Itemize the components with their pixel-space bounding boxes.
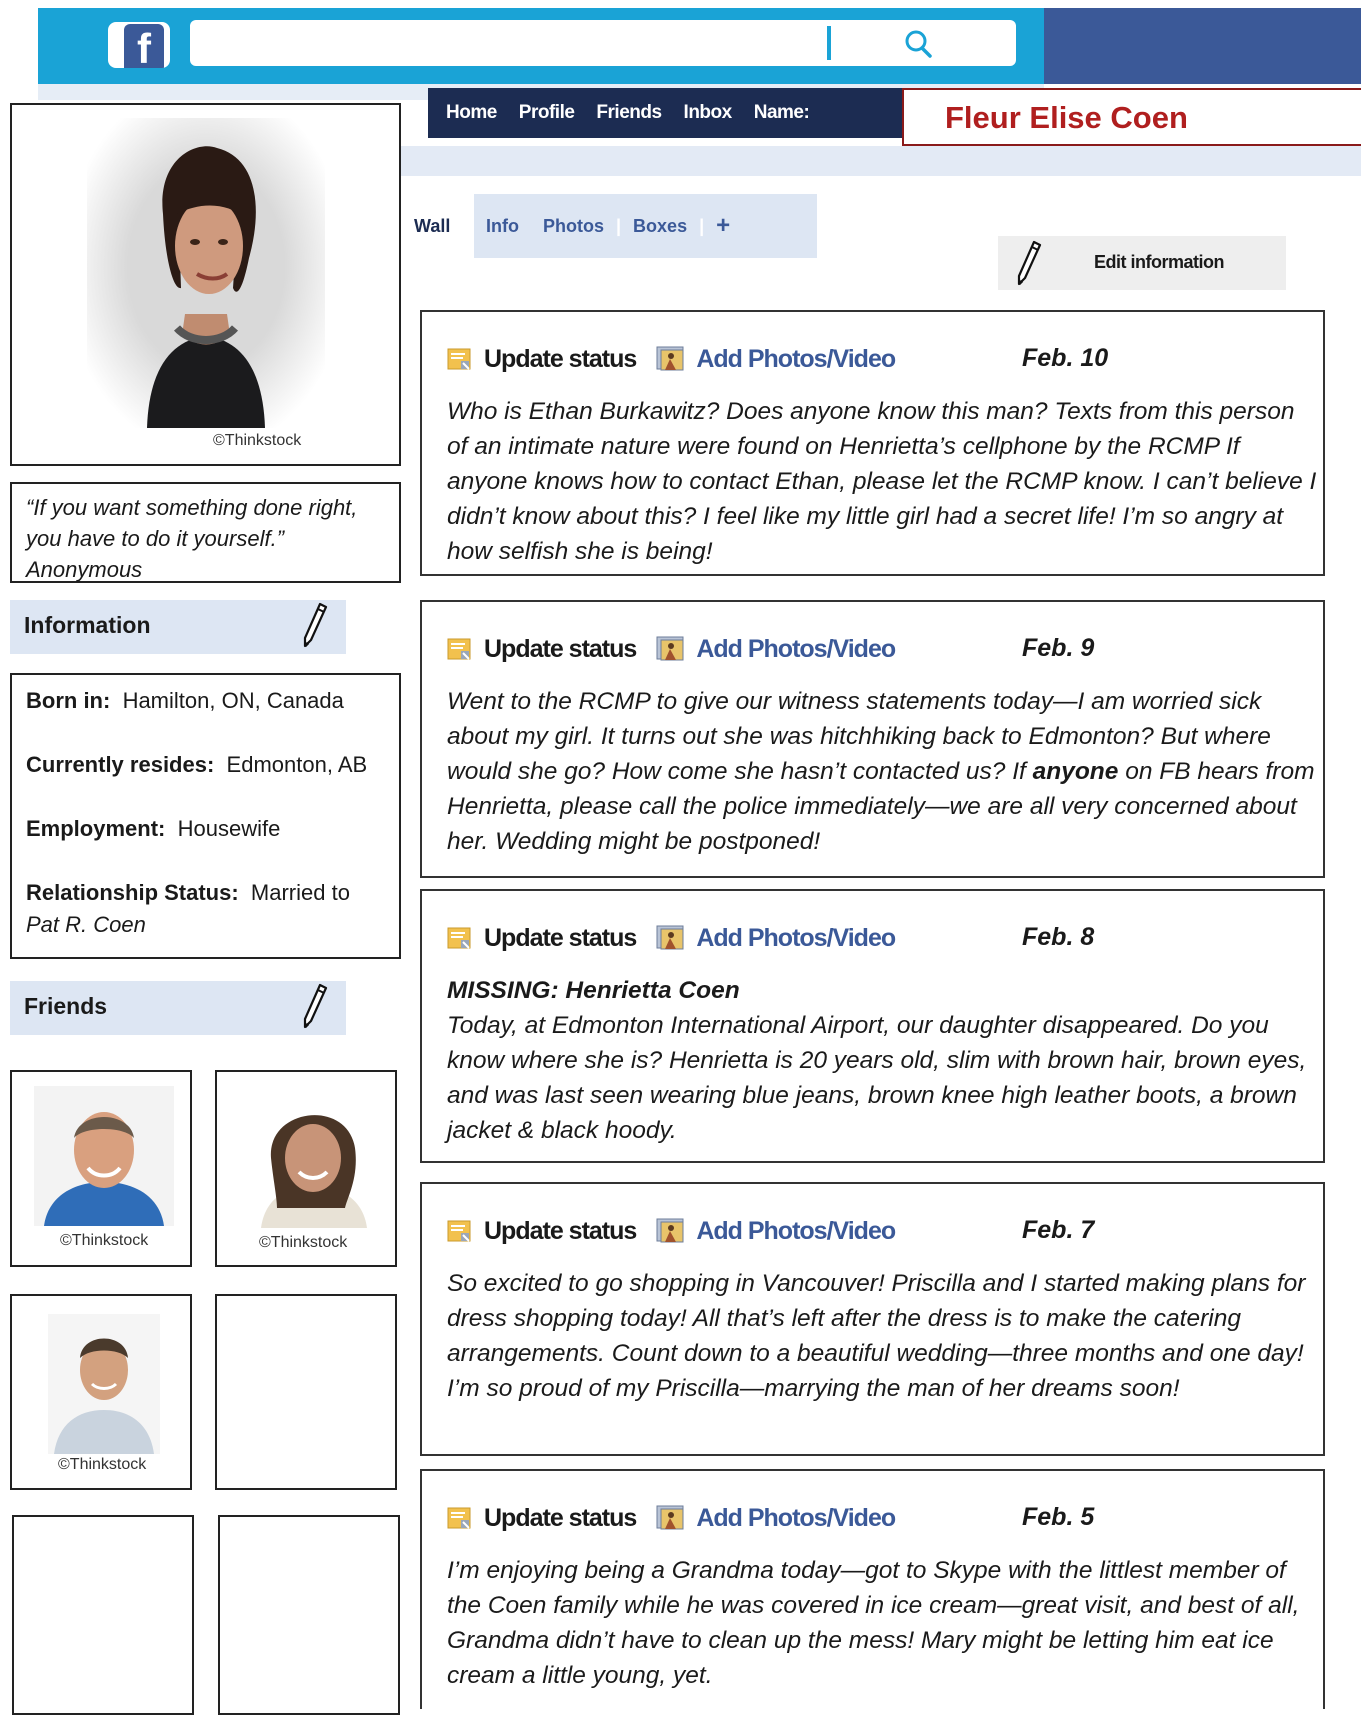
photo-icon [656, 1218, 686, 1244]
pencil-icon[interactable] [302, 983, 328, 1029]
update-status-button[interactable]: Update status [484, 924, 637, 953]
pencil-icon[interactable] [302, 602, 328, 648]
post-text: I’m enjoying being a Grandma today—got t… [447, 1557, 1300, 1689]
tab-photos[interactable]: Photos [531, 194, 616, 258]
status-icon [447, 1219, 472, 1243]
nav-profile[interactable]: Profile [519, 102, 575, 124]
post-date: Feb. 7 [1022, 1216, 1095, 1244]
information-box: Born in: Hamilton, ON, Canada Currently … [10, 673, 401, 959]
post-actions: Update status Add Photos/Video [447, 1501, 896, 1535]
nav-name-label: Name: [753, 102, 810, 123]
post-actions: Update status Add Photos/Video [447, 342, 896, 376]
profile-name: Fleur Elise Coen [945, 100, 1188, 135]
post-title: MISSING: Henrietta Coen [447, 977, 740, 1004]
add-photos-video-button[interactable]: Add Photos/Video [696, 1217, 896, 1246]
information-heading: Information [24, 612, 151, 638]
quote-author: Anonymous [26, 557, 143, 582]
profile-name-box: Fleur Elise Coen [902, 88, 1361, 146]
info-resides: Currently resides: Edmonton, AB [26, 752, 368, 777]
tab-boxes[interactable]: Boxes [621, 194, 699, 258]
wall-post: Update status Add Photos/Video Feb. 7 So… [420, 1182, 1325, 1456]
status-icon [447, 926, 472, 950]
friend-photo [48, 1314, 160, 1454]
friend-photo [34, 1086, 174, 1226]
edit-information-button[interactable]: Edit information [998, 236, 1286, 290]
friend-tile-empty[interactable] [12, 1515, 194, 1715]
photo-credit: ©Thinkstock [58, 1456, 147, 1473]
profile-tabs: Wall Info Photos | Boxes | + [402, 194, 817, 258]
top-bar-right [1044, 8, 1361, 84]
info-relationship: Relationship Status: Married to Pat R. Co… [26, 880, 350, 937]
post-actions: Update status Add Photos/Video [447, 1214, 896, 1248]
photo-credit: ©Thinkstock [259, 1234, 348, 1251]
post-date: Feb. 9 [1022, 634, 1095, 662]
wall-post: Update status Add Photos/Video Feb. 10 W… [420, 310, 1325, 576]
update-status-button[interactable]: Update status [484, 1504, 637, 1533]
post-text: So excited to go shopping in Vancouver! … [447, 1270, 1306, 1402]
friend-tile-empty[interactable] [218, 1515, 400, 1715]
post-text: MISSING: Henrietta Coen Today, at Edmont… [447, 973, 1317, 1148]
nav-home[interactable]: Home [446, 102, 497, 124]
update-status-button[interactable]: Update status [484, 345, 637, 374]
main-nav: Home Profile Friends Inbox Name: [428, 88, 902, 138]
pencil-icon [1016, 240, 1042, 286]
wall-post: Update status Add Photos/Video Feb. 8 MI… [420, 889, 1325, 1163]
wall-post: Update status Add Photos/Video Feb. 5 I’… [420, 1469, 1325, 1709]
post-date: Feb. 10 [1022, 344, 1109, 372]
photo-credit: ©Thinkstock [60, 1232, 149, 1249]
information-header: Information [10, 600, 346, 654]
edit-information-label: Edit information [1094, 252, 1225, 272]
profile-photo[interactable] [87, 118, 325, 428]
friend-tile[interactable]: ©Thinkstock [10, 1294, 192, 1490]
nav-friends[interactable]: Friends [596, 102, 662, 124]
post-date: Feb. 5 [1022, 1503, 1095, 1531]
photo-icon [656, 1505, 686, 1531]
tab-info[interactable]: Info [474, 194, 531, 258]
add-photos-video-button[interactable]: Add Photos/Video [696, 924, 896, 953]
facebook-logo[interactable]: f [108, 22, 170, 68]
photo-icon [656, 925, 686, 951]
photo-icon [656, 636, 686, 662]
info-born: Born in: Hamilton, ON, Canada [26, 688, 344, 713]
add-photos-video-button[interactable]: Add Photos/Video [696, 345, 896, 374]
emphasis: anyone [1032, 758, 1119, 785]
tab-add-button[interactable]: + [704, 212, 730, 240]
friends-heading: Friends [24, 993, 108, 1019]
search-icon[interactable] [902, 28, 936, 62]
text-cursor [827, 26, 831, 60]
add-photos-video-button[interactable]: Add Photos/Video [696, 635, 896, 664]
quote-text: “If you want something done right, you h… [26, 495, 358, 551]
update-status-button[interactable]: Update status [484, 1217, 637, 1246]
add-photos-video-button[interactable]: Add Photos/Video [696, 1504, 896, 1533]
header-band [400, 146, 1361, 176]
post-actions: Update status Add Photos/Video [447, 921, 896, 955]
post-text: Who is Ethan Burkawitz? Does anyone know… [447, 398, 1317, 565]
update-status-button[interactable]: Update status [484, 635, 637, 664]
quote-box: “If you want something done right, you h… [10, 482, 401, 583]
wall-post: Update status Add Photos/Video Feb. 9 We… [420, 600, 1325, 878]
friend-tile-empty[interactable] [215, 1294, 397, 1490]
photo-credit: ©Thinkstock [213, 432, 302, 449]
friends-header: Friends [10, 981, 346, 1035]
friend-tile[interactable]: ©Thinkstock [10, 1070, 192, 1267]
search-input[interactable] [190, 20, 1016, 66]
friend-photo [247, 1088, 377, 1228]
post-actions: Update status Add Photos/Video [447, 632, 896, 666]
info-employment: Employment: Housewife [26, 816, 281, 841]
friend-tile[interactable]: ©Thinkstock [215, 1070, 397, 1267]
status-icon [447, 347, 472, 371]
post-date: Feb. 8 [1022, 923, 1095, 951]
post-text: Went to the RCMP to give our witness sta… [447, 688, 1315, 855]
tab-wall[interactable]: Wall [402, 194, 474, 258]
status-icon [447, 637, 472, 661]
status-icon [447, 1506, 472, 1530]
facebook-f-icon: f [124, 24, 164, 68]
photo-icon [656, 346, 686, 372]
nav-inbox[interactable]: Inbox [684, 102, 733, 124]
spouse-name[interactable]: Pat R. Coen [26, 912, 146, 937]
